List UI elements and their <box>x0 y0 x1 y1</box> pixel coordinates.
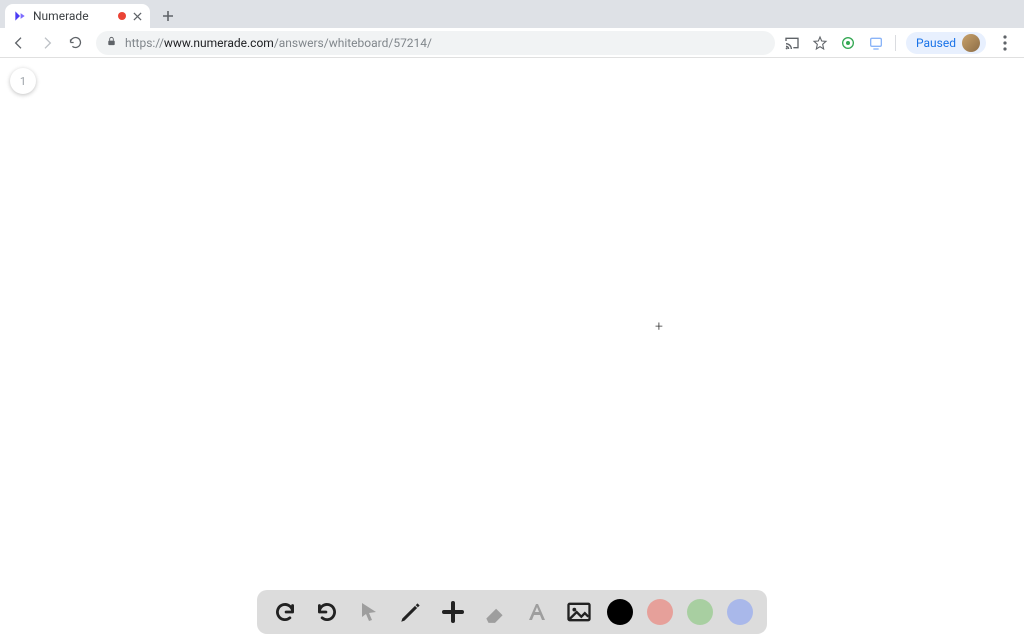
separator <box>895 35 896 51</box>
avatar <box>962 34 980 52</box>
text-tool[interactable] <box>523 598 551 626</box>
color-red[interactable] <box>647 599 673 625</box>
numerade-favicon <box>13 9 27 23</box>
lock-icon <box>106 36 117 50</box>
reload-button[interactable] <box>62 30 88 56</box>
tab-title: Numerade <box>33 9 112 23</box>
pointer-tool[interactable] <box>355 598 383 626</box>
menu-dots-icon[interactable] <box>996 34 1014 52</box>
slide-number: 1 <box>20 75 26 88</box>
crosshair-cursor-icon: + <box>655 319 663 335</box>
slide-number-badge[interactable]: 1 <box>10 68 36 94</box>
pen-tool[interactable] <box>397 598 425 626</box>
color-blue[interactable] <box>727 599 753 625</box>
image-tool[interactable] <box>565 598 593 626</box>
paused-label: Paused <box>916 36 956 50</box>
profile-paused-pill[interactable]: Paused <box>906 32 986 54</box>
add-tool[interactable] <box>439 598 467 626</box>
eraser-tool[interactable] <box>481 598 509 626</box>
cast-icon[interactable] <box>783 34 801 52</box>
extension-2-icon[interactable] <box>867 34 885 52</box>
whiteboard-page: 1 + <box>0 58 1024 640</box>
new-tab-button[interactable] <box>156 4 180 28</box>
color-black[interactable] <box>607 599 633 625</box>
address-bar[interactable]: https://www.numerade.com/answers/whitebo… <box>96 31 775 55</box>
browser-toolbar: https://www.numerade.com/answers/whitebo… <box>0 28 1024 58</box>
url-text: https://www.numerade.com/answers/whitebo… <box>125 36 432 50</box>
undo-button[interactable] <box>271 598 299 626</box>
close-tab-button[interactable] <box>132 11 142 21</box>
forward-button[interactable] <box>34 30 60 56</box>
browser-tab[interactable]: Numerade <box>5 4 150 28</box>
color-green[interactable] <box>687 599 713 625</box>
whiteboard-toolbar <box>257 590 767 634</box>
redo-button[interactable] <box>313 598 341 626</box>
toolbar-right: Paused <box>783 32 1018 54</box>
back-button[interactable] <box>6 30 32 56</box>
tab-strip: Numerade <box>0 0 1024 28</box>
extension-1-icon[interactable] <box>839 34 857 52</box>
bookmark-star-icon[interactable] <box>811 34 829 52</box>
recording-indicator-icon <box>118 12 126 20</box>
